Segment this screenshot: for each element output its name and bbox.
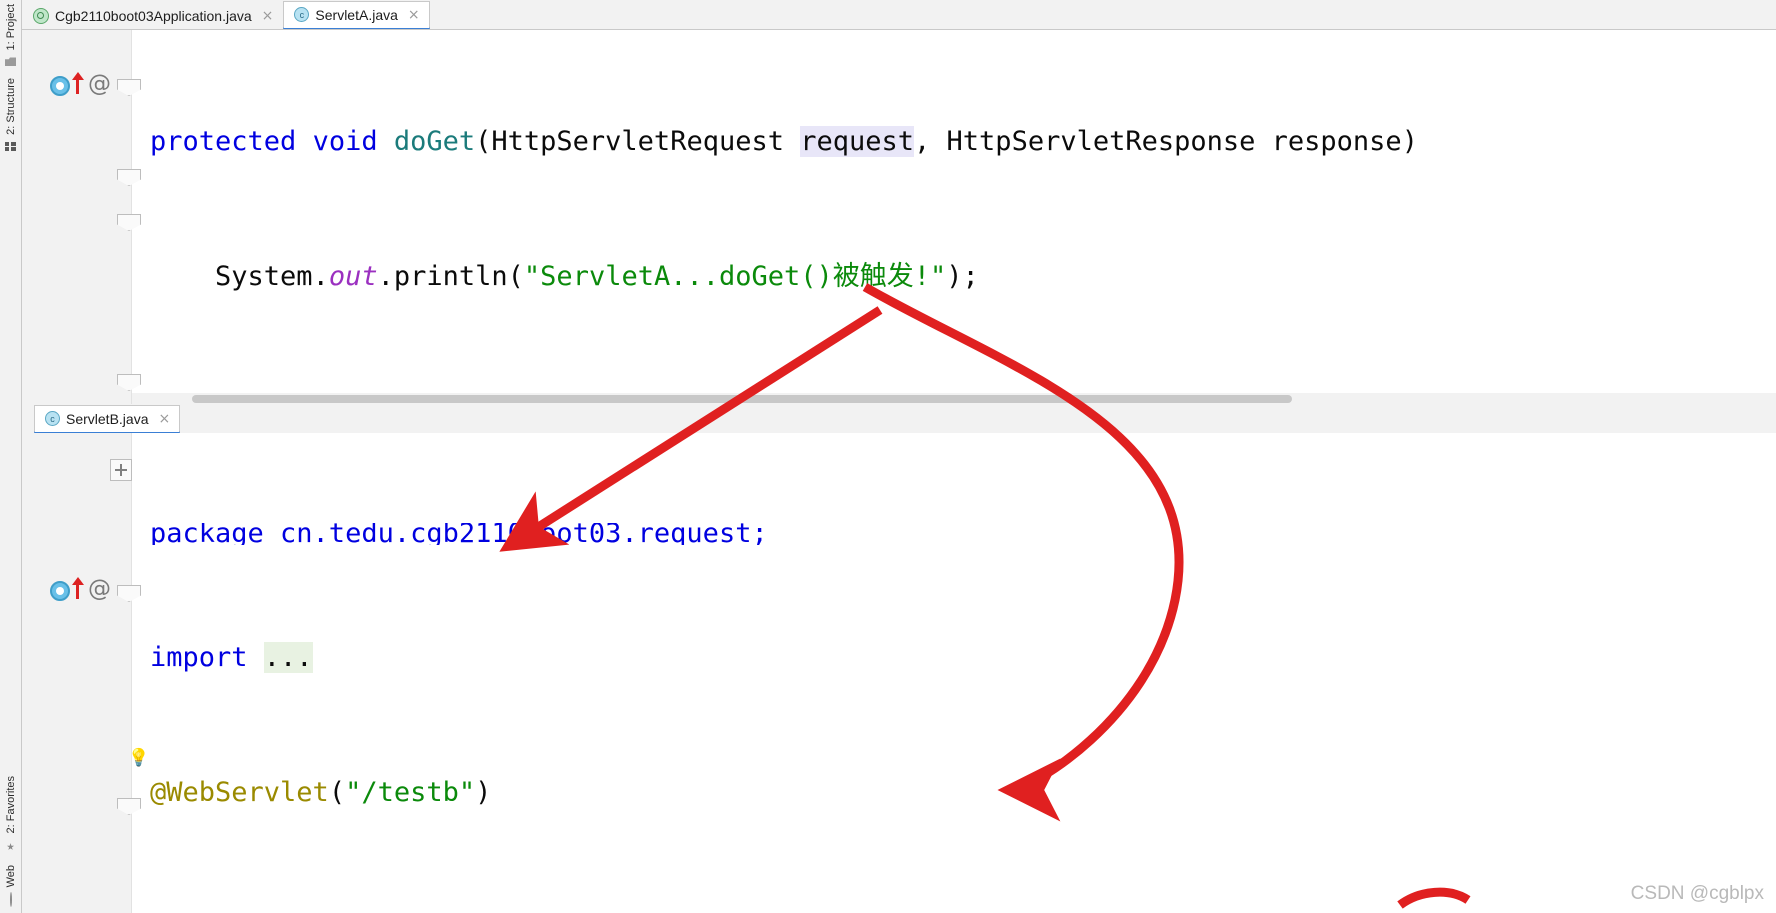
editor-code-servleta[interactable]: protected void doGet(HttpServletRequest … [132, 29, 1776, 404]
watermark: CSDN @cgblpx [1630, 883, 1764, 904]
editor-pane-servletb[interactable]: @ 💡 package cn.tedu.cgb2110boot03.reques… [22, 433, 1776, 913]
code-line[interactable]: System.out.println("ServletA...doGet()被触… [132, 254, 1776, 299]
editor-pane-servleta[interactable]: @ protected void doGet(HttpServletReques… [22, 29, 1776, 404]
code-line-package[interactable]: package cn.tedu.cgb2110boot03.request; [132, 523, 1776, 545]
close-icon[interactable]: × [158, 411, 170, 427]
sidebar-item-structure[interactable]: 2: Structure [5, 76, 17, 137]
horizontal-scrollbar-top[interactable] [132, 393, 1776, 404]
tab-servletb[interactable]: c ServletB.java × [34, 405, 181, 433]
override-method-icon[interactable] [50, 76, 70, 96]
tab-label: ServletA.java [315, 6, 398, 23]
tab-cgb2110boot03application[interactable]: Cgb2110boot03Application.java × [22, 1, 283, 29]
folder-icon [5, 57, 16, 67]
sidebar-item-web[interactable]: Web [5, 863, 17, 889]
code-line-class[interactable]: public class ServletB extends HttpServle… [132, 905, 1776, 913]
code-line[interactable]: protected void doGet(HttpServletRequest … [132, 119, 1776, 164]
sidebar-item-favorites[interactable]: 2: Favorites [5, 774, 17, 835]
tab-servleta[interactable]: c ServletA.java × [283, 1, 430, 29]
expand-imports-icon[interactable] [110, 459, 132, 481]
tab-label: ServletB.java [66, 410, 149, 427]
code-line-import[interactable]: import ... [132, 635, 1776, 680]
tool-strip-top: 1: Project 2: Structure [5, 2, 17, 157]
tool-window-strip: 1: Project 2: Structure 2: Favorites ★ W… [0, 0, 22, 913]
spring-boot-icon [33, 7, 49, 24]
tool-strip-bottom: 2: Favorites ★ Web [5, 774, 17, 911]
editor-gutter-top[interactable]: @ [22, 29, 141, 404]
star-icon: ★ [6, 838, 15, 854]
structure-icon [5, 142, 16, 152]
webservlet-annotation: @WebServlet [150, 777, 329, 808]
editor-gutter-bottom[interactable]: @ 💡 [22, 433, 149, 913]
bottom-editor-tabbar: c ServletB.java × [22, 404, 1776, 433]
string-testb-path: "/testb" [345, 777, 476, 808]
sidebar-item-project[interactable]: 1: Project [5, 2, 17, 52]
annotation-at-icon: @ [88, 71, 111, 97]
override-method-icon[interactable] [50, 581, 70, 601]
tab-label: Cgb2110boot03Application.java [55, 7, 252, 24]
web-icon [9, 892, 12, 907]
java-class-icon: c [294, 7, 310, 22]
top-editor-tabbar: Cgb2110boot03Application.java × c Servle… [22, 0, 1776, 30]
collapsed-import-fold[interactable]: ... [263, 642, 313, 673]
annotation-at-icon: @ [88, 576, 111, 602]
close-icon[interactable]: × [408, 7, 420, 23]
java-class-icon: c [45, 411, 60, 426]
close-icon[interactable]: × [262, 8, 274, 24]
editor-code-servletb[interactable]: package cn.tedu.cgb2110boot03.request; i… [132, 433, 1776, 913]
code-line-annotation[interactable]: @WebServlet("/testb") [132, 770, 1776, 815]
